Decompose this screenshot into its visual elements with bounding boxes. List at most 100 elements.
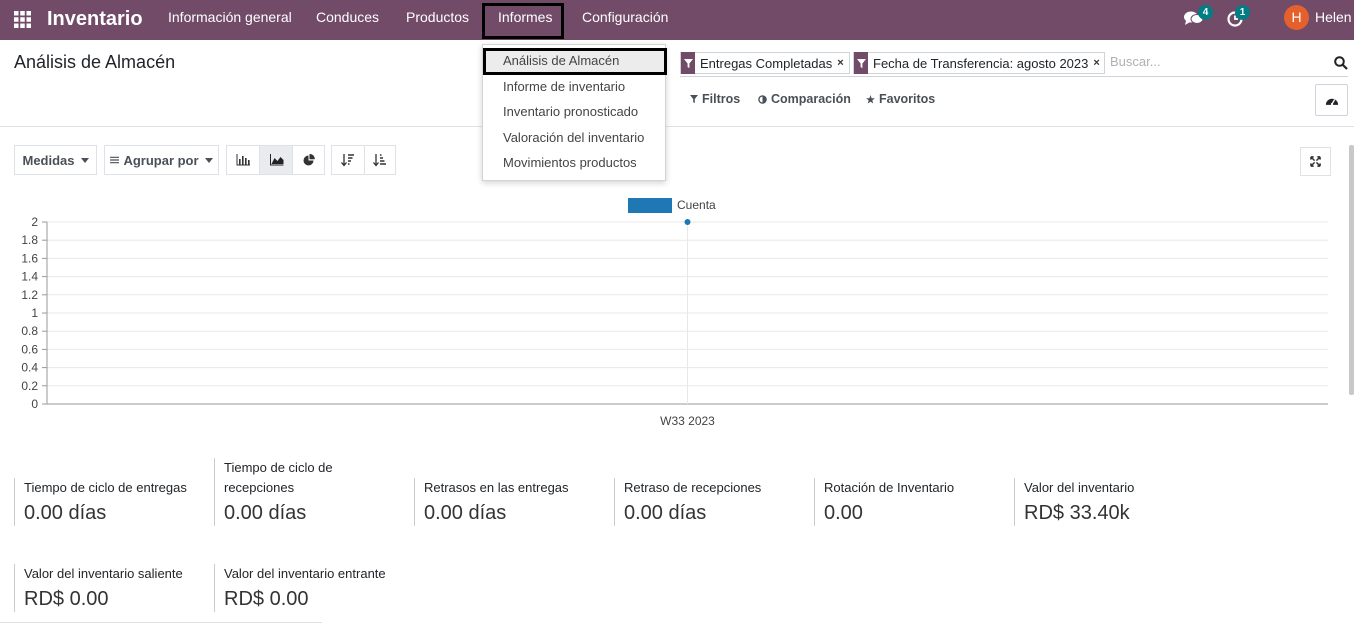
kpi-value: RD$ 0.00 <box>24 588 109 610</box>
filters-label: Filtros <box>702 92 741 106</box>
data-point <box>684 219 691 225</box>
group-by-label: Agrupar por <box>123 152 199 168</box>
measures-label: Medidas <box>22 152 75 168</box>
filter-icon <box>681 52 695 74</box>
dropdown-item-forecasted-inventory[interactable]: Inventario pronosticado <box>503 104 638 119</box>
kpi-label: Rotación de Inventario <box>824 480 955 495</box>
kpi-value: 0.00 <box>824 502 863 524</box>
dropdown-item-warehouse-analysis[interactable]: Análisis de Almacén <box>503 53 619 68</box>
kpi-delivery-delays[interactable]: Retrasos en las entregas 0.00 días <box>414 478 604 526</box>
search-input[interactable]: Buscar... <box>1110 54 1161 69</box>
avatar[interactable]: H <box>1284 5 1309 30</box>
user-name[interactable]: Helen <box>1315 9 1352 25</box>
y-tick-label: 0.4 <box>21 361 38 375</box>
close-icon[interactable]: × <box>837 57 847 69</box>
y-tick-label: 0 <box>31 397 38 411</box>
kpi-incoming-value[interactable]: Valor del inventario entrante RD$ 0.00 <box>214 564 404 612</box>
area-chart-icon <box>269 154 283 166</box>
expand-icon <box>1310 156 1321 167</box>
menu-reporting-highlight <box>482 3 564 39</box>
pie-chart-button[interactable] <box>292 145 325 175</box>
filter-icon <box>690 95 698 103</box>
favorites-button[interactable]: Favoritos <box>866 92 935 106</box>
top-navbar: Inventario Información general Conduces … <box>0 0 1354 40</box>
sort-desc-icon <box>341 154 354 167</box>
favorites-label: Favoritos <box>879 92 936 106</box>
scrollbar[interactable] <box>1349 145 1354 395</box>
y-tick-label: 1.6 <box>21 251 38 265</box>
kpi-label: Tiempo de ciclo de entregas <box>24 480 187 495</box>
sort-asc-icon <box>373 154 386 167</box>
kpi-label: Valor del inventario entrante <box>224 566 386 581</box>
apps-grid-icon[interactable] <box>14 11 31 28</box>
kpi-outgoing-value[interactable]: Valor del inventario saliente RD$ 0.00 <box>14 564 204 612</box>
measures-dropdown[interactable]: Medidas <box>14 145 97 175</box>
kpi-label: Retraso de recepciones <box>624 480 762 495</box>
caret-down-icon <box>80 157 89 163</box>
bar-chart-button[interactable] <box>226 145 260 175</box>
bar-chart-icon <box>236 154 250 166</box>
kpi-label: Tiempo de ciclo de recepciones <box>224 460 333 495</box>
list-icon <box>110 156 120 164</box>
page-title: Análisis de Almacén <box>14 52 176 72</box>
legend-swatch <box>628 198 672 213</box>
y-tick-label: 1 <box>31 306 38 320</box>
comparison-label: Comparación <box>771 92 851 106</box>
y-tick-label: 0.6 <box>21 342 38 356</box>
y-tick-label: 1.2 <box>21 288 38 302</box>
app-name[interactable]: Inventario <box>47 6 143 32</box>
menu-overview[interactable]: Información general <box>168 9 292 26</box>
facet-label: Entregas Completadas <box>700 55 833 71</box>
sort-descending-button[interactable] <box>331 145 365 175</box>
facet-filter: Entregas Completadas × <box>680 52 850 74</box>
kpi-receipt-delays[interactable]: Retraso de recepciones 0.00 días <box>614 478 804 526</box>
kpi-value: RD$ 33.40k <box>1024 502 1130 524</box>
kpi-inventory-turnover[interactable]: Rotación de Inventario 0.00 <box>814 478 1004 526</box>
filter-icon <box>854 52 868 74</box>
line-chart-button[interactable] <box>259 145 293 175</box>
facet-label: Fecha de Transferencia: agosto 2023 <box>873 55 1089 71</box>
kpi-label: Valor del inventario saliente <box>24 566 183 581</box>
menu-delivery[interactable]: Conduces <box>316 9 379 26</box>
kpi-inventory-value[interactable]: Valor del inventario RD$ 33.40k <box>1014 478 1204 526</box>
pie-chart-icon <box>303 154 315 166</box>
kpi-value: 0.00 días <box>24 502 107 524</box>
area-chart: 0 0.2 0.4 0.6 0.8 1 1.2 1.4 1.6 1.8 2 W33 2023 Cuent… <box>21 198 1328 428</box>
dashboard-button[interactable] <box>1315 84 1348 116</box>
divider <box>0 622 322 623</box>
kpi-delivery-cycle[interactable]: Tiempo de ciclo de entregas 0.00 días <box>14 478 204 526</box>
dashboard-icon <box>1325 98 1338 105</box>
control-panel: Análisis de Almacén Entregas Completadas… <box>0 40 1354 127</box>
kpi-label: Valor del inventario <box>1024 480 1135 495</box>
expand-button[interactable] <box>1300 147 1331 176</box>
kpi-receipt-cycle[interactable]: Tiempo de ciclo de recepciones 0.00 días <box>214 458 364 526</box>
y-tick-label: 0.2 <box>21 379 38 393</box>
y-tick-label: 1.8 <box>21 233 38 247</box>
kpi-value: 0.00 días <box>424 502 507 524</box>
search-box[interactable]: Entregas Completadas × Fecha de Transfer… <box>680 51 1348 77</box>
y-tick-label: 0.8 <box>21 324 38 338</box>
dropdown-item-inventory-report[interactable]: Informe de inventario <box>503 79 625 94</box>
kpi-value: RD$ 0.00 <box>224 588 309 610</box>
close-icon[interactable]: × <box>1093 57 1103 69</box>
comparison-button[interactable]: Comparación <box>758 92 851 106</box>
dropdown-item-product-moves[interactable]: Movimientos productos <box>503 155 637 170</box>
filters-button[interactable]: Filtros <box>690 92 740 106</box>
reports-dropdown-menu: Análisis de Almacén Informe de inventari… <box>482 44 667 181</box>
menu-products[interactable]: Productos <box>406 9 469 26</box>
messages-badge: 4 <box>1198 5 1213 20</box>
sort-ascending-button[interactable] <box>364 145 396 175</box>
group-by-dropdown[interactable]: Agrupar por <box>104 145 219 175</box>
menu-configuration[interactable]: Configuración <box>582 9 668 26</box>
facet-filter: Fecha de Transferencia: agosto 2023 × <box>853 52 1105 74</box>
star-icon <box>866 94 875 104</box>
y-tick-label: 1.4 <box>21 270 38 284</box>
dropdown-item-inventory-valuation[interactable]: Valoración del inventario <box>503 130 644 145</box>
activities-badge: 1 <box>1235 5 1250 20</box>
adjust-icon <box>758 94 767 104</box>
caret-down-icon <box>204 157 213 163</box>
search-icon[interactable] <box>1334 56 1348 70</box>
kpi-label: Retrasos en las entregas <box>424 480 569 495</box>
x-tick-label: W33 2023 <box>660 414 715 428</box>
kpi-value: 0.00 días <box>624 502 707 524</box>
